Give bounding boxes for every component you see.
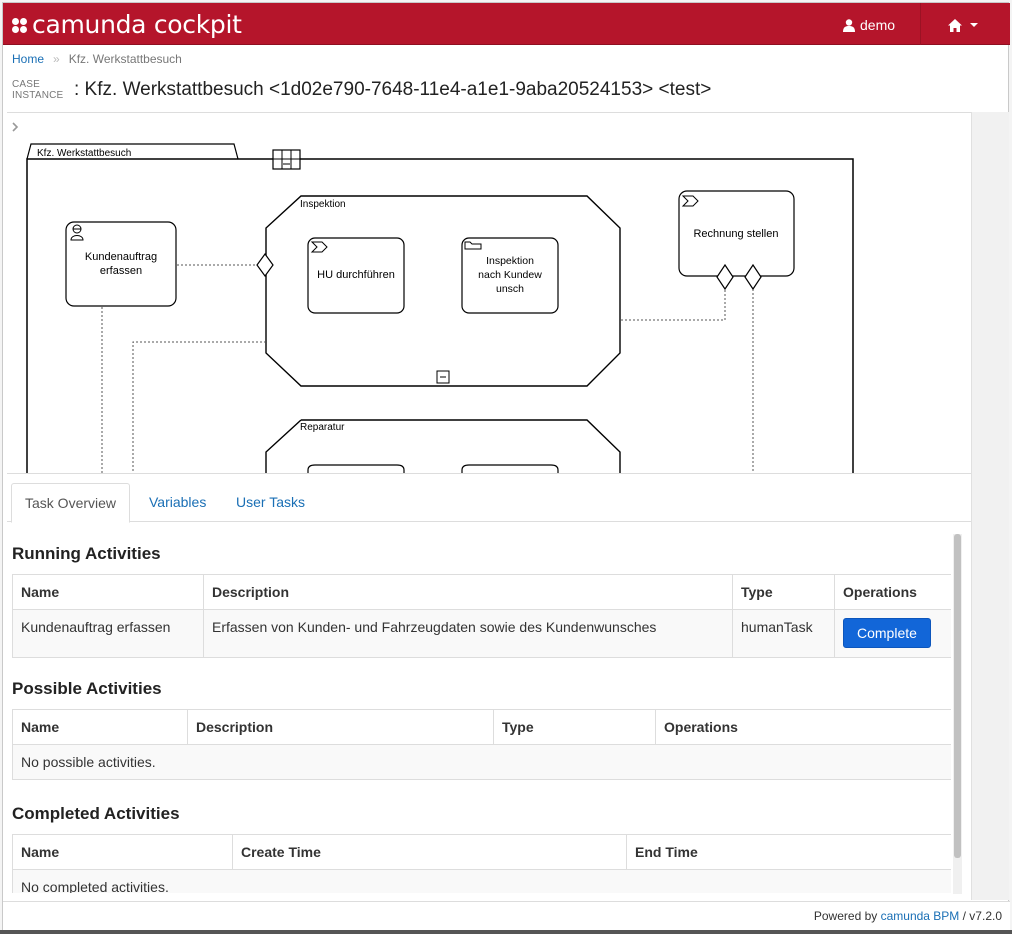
brand-name: camunda cockpit xyxy=(32,9,242,39)
svg-text:Reparatur: Reparatur xyxy=(300,422,345,433)
task-kundenauftrag[interactable]: Kundenauftrag erfassen xyxy=(65,221,177,307)
column-header-description: Description xyxy=(203,574,733,610)
detail-tabs: Task Overview Variables User Tasks xyxy=(7,479,971,523)
case-instance-label: CASE INSTANCE xyxy=(12,79,64,101)
user-name: demo xyxy=(860,17,896,33)
column-header-type: Type xyxy=(732,574,835,610)
user-menu[interactable]: demo xyxy=(843,15,895,35)
tab-content: Running Activities Name Description Type… xyxy=(7,522,951,893)
camunda-bpm-link[interactable]: camunda BPM xyxy=(881,909,960,923)
svg-text:Inspektion: Inspektion xyxy=(486,255,534,267)
side-gutter xyxy=(971,112,1009,900)
column-header-name: Name xyxy=(12,709,188,745)
case-diagram[interactable]: Kfz. Werkstattbesuch Kundenauftrag erfas… xyxy=(7,112,971,474)
cmmn-diagram-canvas[interactable]: Kfz. Werkstattbesuch Kundenauftrag erfas… xyxy=(7,113,971,474)
home-icon xyxy=(948,18,962,32)
case-plan-label: Kfz. Werkstattbesuch xyxy=(37,148,131,159)
top-navbar: camunda cockpit demo xyxy=(3,3,1010,45)
svg-text:HU durchführen: HU durchführen xyxy=(317,269,395,281)
stage-reparatur[interactable]: Reparatur xyxy=(265,419,621,474)
activity-type: humanTask xyxy=(732,609,835,658)
collapse-stage-icon xyxy=(436,370,450,384)
footer: Powered by camunda BPM / v7.2.0 xyxy=(3,901,1010,933)
table-row: No possible activities. xyxy=(12,744,951,780)
running-activities-title: Running Activities xyxy=(12,544,161,563)
table-row: Kundenauftrag erfassen Erfassen von Kund… xyxy=(12,609,951,658)
footer-powered: Powered by xyxy=(813,909,878,923)
svg-text:nach Kundew: nach Kundew xyxy=(478,269,542,281)
svg-text:Kundenauftrag: Kundenauftrag xyxy=(85,251,157,263)
column-header-operations: Operations xyxy=(834,574,951,610)
camunda-logo-icon xyxy=(12,17,28,34)
tab-task-overview[interactable]: Task Overview xyxy=(11,483,131,523)
column-header-end-time: End Time xyxy=(626,834,951,870)
column-header-name: Name xyxy=(12,834,233,870)
planning-table-icon xyxy=(272,149,301,170)
completed-activities-table: Name Create Time End Time No completed a… xyxy=(12,834,951,893)
task-hu-durchfuehren[interactable]: HU durchführen xyxy=(307,237,405,314)
chevron-down-icon xyxy=(970,23,978,27)
breadcrumb-home[interactable]: Home xyxy=(12,52,44,66)
breadcrumb-separator: » xyxy=(53,52,60,66)
svg-text:Rechnung stellen: Rechnung stellen xyxy=(693,228,778,240)
task-rechnung-stellen[interactable]: Rechnung stellen xyxy=(678,190,795,291)
completed-activities-title: Completed Activities xyxy=(12,804,180,823)
column-header-create-time: Create Time xyxy=(232,834,627,870)
footer-text: Powered by camunda BPM / v7.2.0 xyxy=(814,909,1002,923)
brand[interactable]: camunda cockpit xyxy=(12,9,242,39)
running-activities-table: Name Description Type Operations Kundena… xyxy=(12,574,951,658)
svg-text:erfassen: erfassen xyxy=(100,265,142,277)
tab-user-tasks[interactable]: User Tasks xyxy=(223,483,318,523)
table-header-row: Name Create Time End Time xyxy=(12,834,951,870)
empty-message: No possible activities. xyxy=(12,744,951,780)
column-header-operations: Operations xyxy=(655,709,951,745)
app-window: camunda cockpit demo Home » Kfz. Werksta… xyxy=(2,2,1010,933)
possible-activities-table: Name Description Type Operations No poss… xyxy=(12,709,951,780)
activity-operations: Complete xyxy=(834,609,951,658)
footer-version: / v7.2.0 xyxy=(962,909,1002,923)
possible-activities-title: Possible Activities xyxy=(12,679,162,698)
column-header-name: Name xyxy=(12,574,204,610)
empty-message: No completed activities. xyxy=(12,869,951,893)
activity-description: Erfassen von Kunden- und Fahrzeugdaten s… xyxy=(203,609,733,658)
column-header-type: Type xyxy=(493,709,656,745)
user-icon xyxy=(843,18,855,32)
scrollbar-thumb[interactable] xyxy=(954,534,961,858)
table-header-row: Name Description Type Operations xyxy=(12,574,951,610)
page-title: : Kfz. Werkstattbesuch <1d02e790-7648-11… xyxy=(74,79,712,100)
task-inspektion-kundenwunsch[interactable]: Inspektion nach Kundew unsch xyxy=(461,237,559,314)
breadcrumb-current: Kfz. Werkstattbesuch xyxy=(68,52,182,66)
tab-variables[interactable]: Variables xyxy=(136,483,219,523)
home-menu[interactable] xyxy=(948,15,978,35)
complete-button[interactable]: Complete xyxy=(843,618,931,648)
content-scrollbar[interactable] xyxy=(953,534,962,894)
nav-divider xyxy=(920,3,921,45)
table-header-row: Name Description Type Operations xyxy=(12,709,951,745)
svg-text:unsch: unsch xyxy=(496,283,524,295)
taskbar-edge xyxy=(0,930,1012,934)
column-header-description: Description xyxy=(187,709,494,745)
table-row: No completed activities. xyxy=(12,869,951,893)
svg-text:Inspektion: Inspektion xyxy=(300,199,346,210)
expand-chevron-icon xyxy=(12,122,19,132)
activity-name: Kundenauftrag erfassen xyxy=(12,609,204,658)
page-header: CASE INSTANCE : Kfz. Werkstattbesuch <1d… xyxy=(12,79,711,101)
breadcrumb: Home » Kfz. Werkstattbesuch xyxy=(12,52,182,66)
